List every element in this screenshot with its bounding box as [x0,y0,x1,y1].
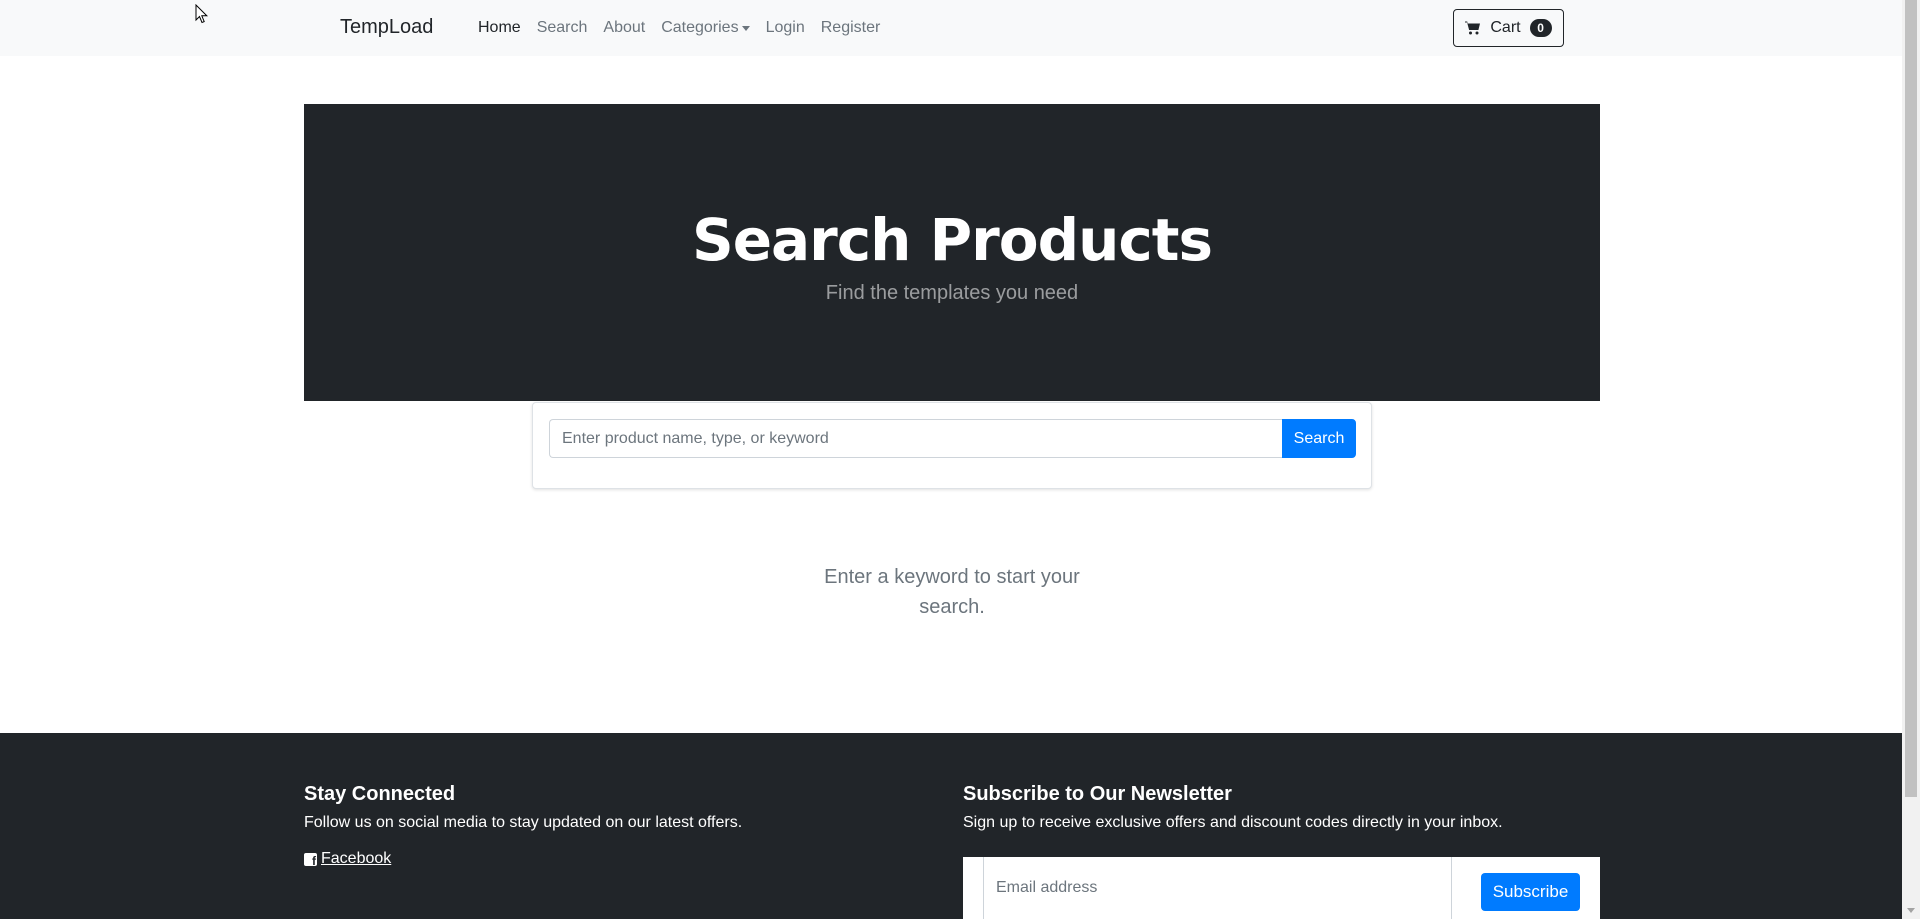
footer-newsletter-heading: Subscribe to Our Newsletter [963,783,1232,805]
caret-down-icon [741,25,750,31]
footer-newsletter-text: Sign up to receive exclusive offers and … [963,814,1503,831]
empty-state-message: Enter a keyword to start your search. [824,566,1080,618]
facebook-icon: f [304,852,317,867]
page-title: Search Products [691,206,1213,274]
hero-banner: Search Products Find the templates you n… [304,104,1600,401]
top-navbar: TempLoad Home Search About Categories Lo… [0,0,1902,56]
main-nav: Home Search About Categories Login Regis… [478,19,896,37]
nav-search[interactable]: Search [537,19,588,37]
nav-categories-dropdown[interactable]: Categories [661,19,750,37]
cart-count-badge: 0 [1529,19,1552,37]
page-subtitle: Find the templates you need [825,282,1079,304]
cart-label: Cart [1490,19,1521,36]
nav-login[interactable]: Login [766,19,805,37]
vertical-scrollbar[interactable] [1902,0,1920,919]
email-field[interactable] [983,857,1452,919]
footer-social-heading: Stay Connected [304,783,456,805]
scroll-down-arrow-icon[interactable] [1907,908,1915,913]
mouse-cursor-icon [195,4,209,24]
footer: Stay Connected Follow us on social media… [0,733,1902,919]
nav-about[interactable]: About [603,19,645,37]
newsletter-form: Subscribe [963,857,1600,919]
nav-home[interactable]: Home [478,19,521,37]
footer-social-text: Follow us on social media to stay update… [304,814,743,831]
facebook-link-label: Facebook [321,850,392,867]
scrollbar-thumb[interactable] [1905,0,1917,797]
search-input[interactable] [549,419,1283,458]
subscribe-button[interactable]: Subscribe [1481,873,1580,911]
nav-register[interactable]: Register [821,19,881,37]
search-card: Search [532,402,1372,489]
brand-link[interactable]: TempLoad [340,16,433,39]
footer-newsletter-section: Subscribe to Our Newsletter Sign up to r… [963,783,1503,850]
search-button[interactable]: Search [1282,419,1356,458]
nav-categories-label: Categories [661,19,739,36]
cart-button[interactable]: Cart 0 [1453,9,1564,47]
cart-icon [1465,21,1481,35]
facebook-link[interactable]: f Facebook [304,850,391,868]
footer-social-section: Stay Connected Follow us on social media… [304,783,742,871]
